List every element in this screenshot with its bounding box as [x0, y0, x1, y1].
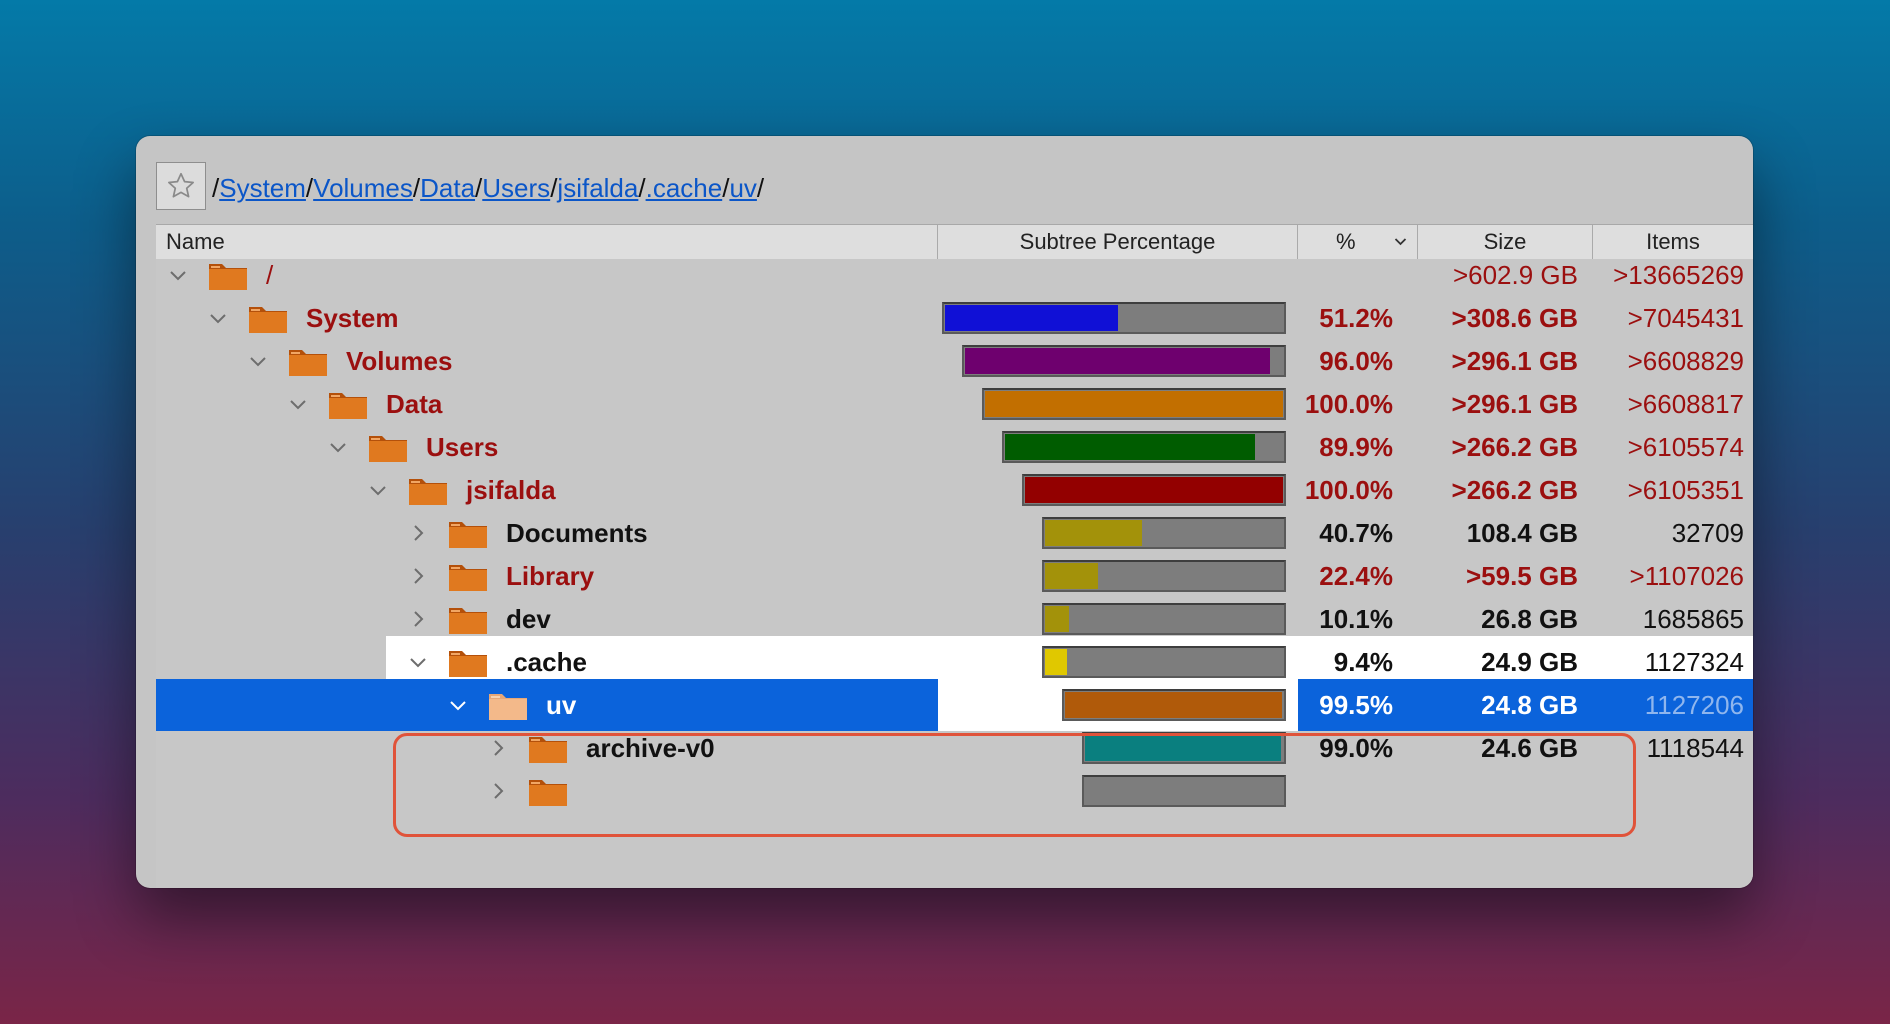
sort-chevron-down-icon [1394, 238, 1407, 246]
subtree-bar-fill [985, 391, 1283, 417]
subtree-bar [1062, 689, 1286, 721]
subtree-bar [962, 345, 1286, 377]
folder-icon [529, 737, 567, 763]
path-segment-volumes[interactable]: Volumes [313, 173, 413, 203]
path-segment-cache[interactable]: .cache [646, 173, 723, 203]
column-percent-label: % [1336, 229, 1356, 254]
folder-icon [369, 436, 407, 462]
column-size-label: Size [1483, 229, 1527, 254]
breadcrumb: /System/Volumes/Data/Users/jsifalda/.cac… [212, 173, 764, 204]
chevron-down-icon[interactable] [446, 693, 470, 717]
chevron-down-icon[interactable] [166, 263, 190, 287]
chevron-down-icon[interactable] [366, 478, 390, 502]
folder-icon [489, 694, 527, 720]
app-window: /System/Volumes/Data/Users/jsifalda/.cac… [136, 136, 1753, 888]
subtree-bar [1042, 603, 1286, 635]
folder-icon [289, 350, 327, 376]
chevron-down-icon[interactable] [326, 435, 350, 459]
path-segment-jsifalda[interactable]: jsifalda [557, 173, 638, 203]
subtree-bar [1002, 431, 1286, 463]
subtree-bar [1042, 517, 1286, 549]
column-header-percent[interactable]: % [1298, 225, 1418, 259]
path-segment-system[interactable]: System [219, 173, 306, 203]
folder-icon [249, 307, 287, 333]
path-separator: / [756, 173, 765, 203]
favorite-button[interactable] [156, 162, 206, 210]
subtree-bar-fill [1005, 434, 1255, 460]
star-outline-icon [168, 172, 194, 198]
folder-icon [529, 780, 567, 806]
column-name-label: Name [166, 229, 225, 254]
tree-row[interactable] [156, 765, 1753, 817]
folder-icon [209, 264, 247, 290]
folder-icon [449, 608, 487, 634]
subtree-bar [1022, 474, 1286, 506]
subtree-bar-fill [965, 348, 1270, 374]
subtree-bar-fill [945, 305, 1118, 331]
subtree-bar-fill [1025, 477, 1283, 503]
column-subtree-label: Subtree Percentage [1019, 229, 1216, 254]
chevron-down-icon[interactable] [406, 650, 430, 674]
subtree-bar-fill [1065, 692, 1282, 718]
path-segment-uv[interactable]: uv [729, 173, 756, 203]
column-header-size[interactable]: Size [1418, 225, 1593, 259]
chevron-down-icon[interactable] [206, 306, 230, 330]
subtree-bar [942, 302, 1286, 334]
chevron-right-icon[interactable] [406, 564, 430, 588]
column-header-subtree[interactable]: Subtree Percentage [938, 225, 1298, 259]
outline-view[interactable]: / >602.9 GB >13665269 System 51.2% >308.6 GB >… [156, 259, 1753, 888]
column-items-label: Items [1646, 229, 1700, 254]
folder-icon [329, 393, 367, 419]
chevron-down-icon[interactable] [286, 392, 310, 416]
subtree-bar [1042, 646, 1286, 678]
subtree-bar [982, 388, 1286, 420]
subtree-bar [1042, 560, 1286, 592]
subtree-bar-fill [1045, 649, 1067, 675]
chevron-right-icon[interactable] [486, 779, 510, 803]
chevron-right-icon[interactable] [406, 521, 430, 545]
path-segment-data[interactable]: Data [420, 173, 475, 203]
folder-icon [409, 479, 447, 505]
subtree-bar [1082, 732, 1286, 764]
folder-icon [449, 651, 487, 677]
column-header-items[interactable]: Items [1593, 225, 1753, 259]
subtree-bar-fill [1045, 563, 1098, 589]
folder-icon [449, 522, 487, 548]
column-header-name[interactable]: Name [156, 225, 938, 259]
subtree-bar-fill [1085, 735, 1281, 761]
path-segment-users[interactable]: Users [482, 173, 550, 203]
subtree-bar [1082, 775, 1286, 807]
column-header: Name Subtree Percentage % Size Items [156, 224, 1753, 260]
chevron-right-icon[interactable] [486, 736, 510, 760]
subtree-bar-fill [1045, 520, 1142, 546]
path-separator: / [638, 173, 646, 203]
folder-icon [449, 565, 487, 591]
chevron-right-icon[interactable] [406, 607, 430, 631]
subtree-bar-fill [1045, 606, 1069, 632]
chevron-down-icon[interactable] [246, 349, 270, 373]
